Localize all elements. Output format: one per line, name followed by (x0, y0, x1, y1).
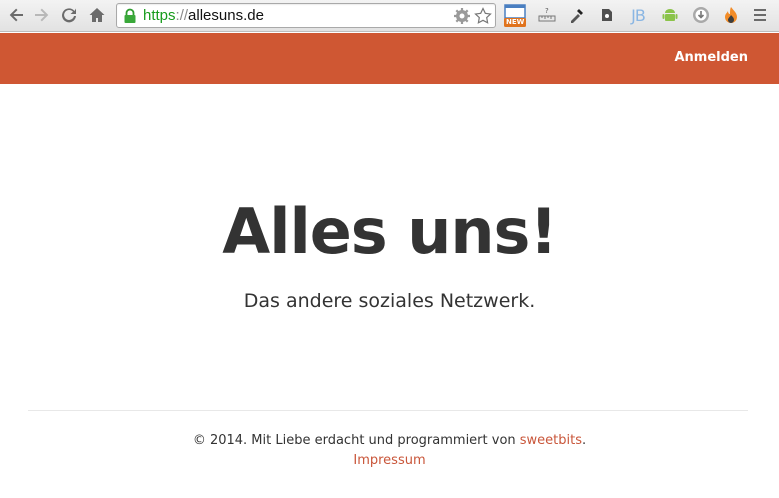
android-icon (662, 9, 678, 21)
login-link[interactable]: Anmelden (674, 50, 748, 65)
url-text: https://allesuns.de (143, 7, 264, 25)
copyright-text: © 2014. Mit Liebe erdacht und programmie… (192, 433, 520, 448)
author-link[interactable]: sweetbits (520, 433, 582, 448)
extension-evernote-button[interactable] (597, 5, 617, 25)
evernote-elephant-icon (602, 9, 612, 21)
url-host: allesuns.de (188, 7, 264, 24)
bookmark-star-icon[interactable] (474, 7, 492, 25)
reload-icon (62, 8, 76, 23)
extension-new-button[interactable]: NEW (503, 4, 527, 28)
ruler-icon: ? (538, 7, 556, 22)
extension-android-button[interactable] (660, 5, 680, 25)
footer-divider (28, 410, 748, 411)
flame-icon (725, 7, 737, 23)
forward-arrow-icon (35, 8, 49, 22)
forward-button[interactable] (30, 4, 52, 26)
address-bar[interactable]: https://allesuns.de (116, 3, 496, 28)
impressum-link[interactable]: Impressum (353, 453, 425, 468)
lock-icon (124, 8, 136, 23)
url-scheme: https (143, 7, 176, 24)
browser-menu-button[interactable] (750, 5, 770, 25)
copyright-period: . (582, 433, 587, 448)
eyedropper-icon (571, 9, 583, 23)
extension-eyedropper-button[interactable] (567, 5, 587, 25)
extension-ruler-button[interactable]: ? (537, 5, 557, 25)
reload-button[interactable] (58, 4, 80, 26)
url-separator: :// (175, 7, 189, 24)
hero-title: Alles uns! (222, 195, 557, 268)
download-circle-icon (693, 7, 709, 23)
extension-download-button[interactable] (691, 5, 711, 25)
home-icon (89, 8, 105, 22)
browser-toolbar: https://allesuns.de NEW ? JB (0, 0, 779, 32)
back-arrow-icon (9, 8, 23, 22)
home-button[interactable] (86, 4, 108, 26)
footer: © 2014. Mit Liebe erdacht und programmie… (0, 431, 779, 471)
site-header: Anmelden (0, 33, 779, 84)
back-button[interactable] (6, 4, 28, 26)
extension-flame-button[interactable] (721, 5, 741, 25)
hamburger-menu-icon (754, 9, 766, 21)
jb-label: JB (631, 5, 646, 25)
extension-jb-button[interactable]: JB (628, 5, 648, 25)
new-badge: NEW (506, 18, 525, 26)
svg-text:?: ? (545, 7, 549, 15)
settings-gear-icon[interactable] (453, 7, 471, 25)
hero-subtitle: Das andere soziales Netzwerk. (243, 290, 536, 312)
